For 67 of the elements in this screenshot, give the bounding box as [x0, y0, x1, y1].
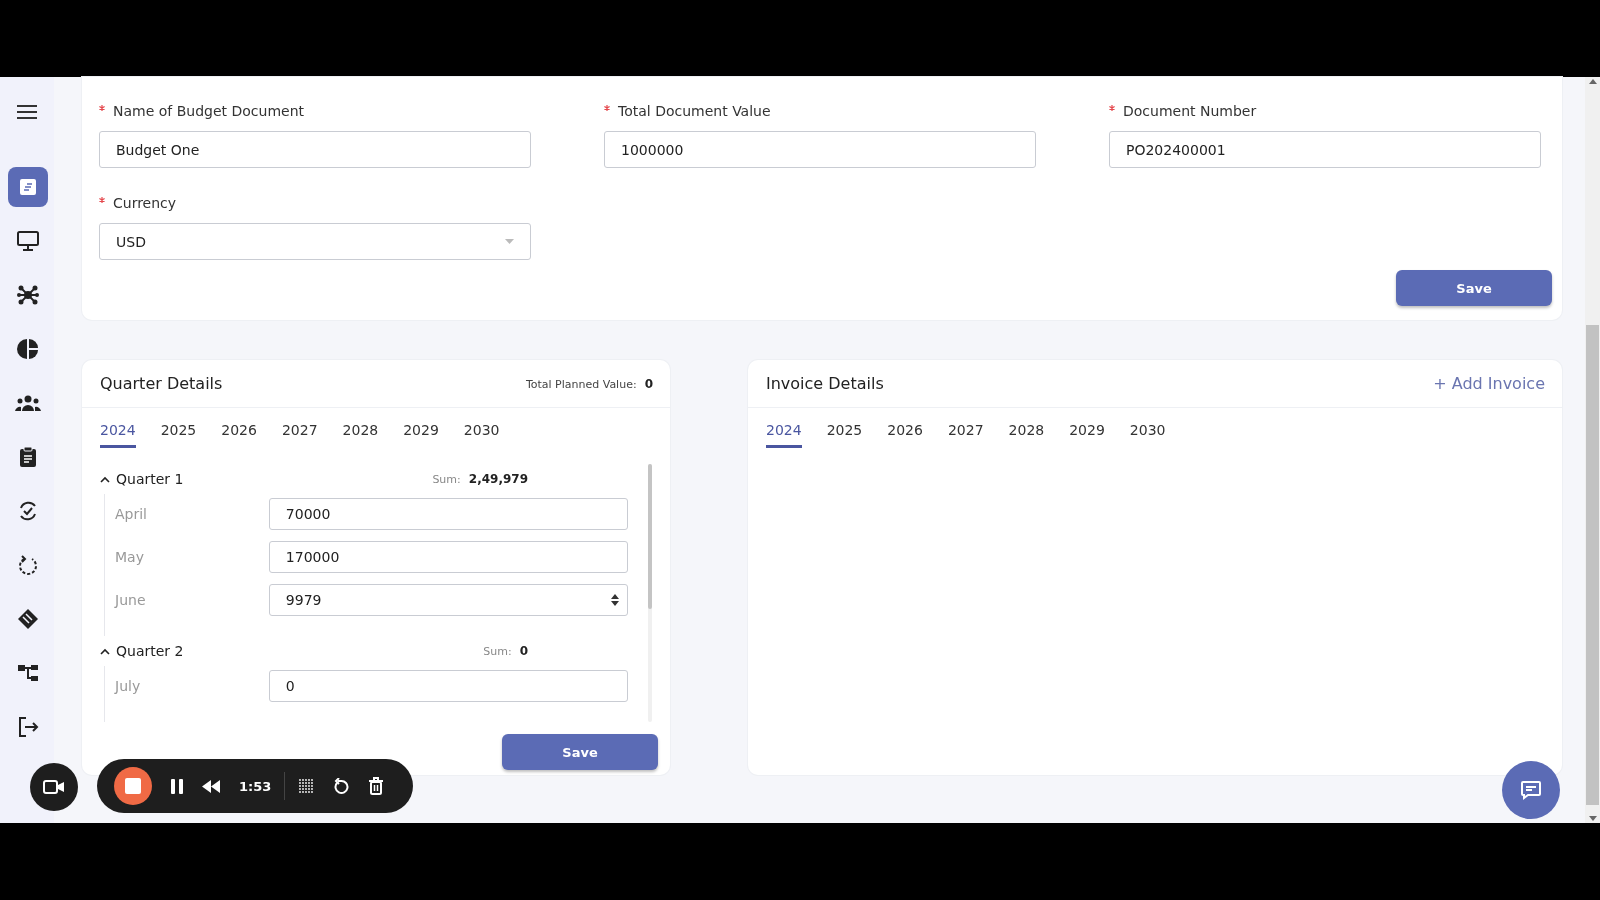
- save-button[interactable]: Save: [502, 734, 658, 770]
- year-tab[interactable]: 2025: [826, 420, 863, 448]
- spinner-icon[interactable]: [611, 594, 619, 606]
- amount-field[interactable]: 170000: [268, 541, 628, 573]
- quarter-toggle[interactable]: Quarter 1: [100, 471, 184, 487]
- field-label: Document Number: [1123, 103, 1257, 119]
- required-icon: [99, 105, 105, 111]
- amount-field[interactable]: 0: [268, 670, 628, 702]
- pause-icon[interactable]: [171, 778, 183, 794]
- field-label: Currency: [113, 195, 177, 211]
- add-invoice-link[interactable]: + Add Invoice: [1433, 374, 1545, 393]
- text-field[interactable]: PO202400001: [1109, 131, 1541, 168]
- camera-button[interactable]: [30, 763, 78, 811]
- undo-icon[interactable]: [333, 777, 350, 795]
- required-icon: [604, 105, 610, 111]
- grid-icon[interactable]: [298, 778, 315, 794]
- text-field[interactable]: Budget One: [99, 131, 531, 168]
- year-tab[interactable]: 2025: [160, 420, 197, 448]
- currency-select[interactable]: USD: [99, 223, 531, 260]
- delete-icon[interactable]: [368, 777, 385, 795]
- sum-value: 2,49,979: [468, 472, 528, 486]
- scrollbar[interactable]: [648, 464, 652, 722]
- quarter-toggle[interactable]: Quarter 2: [100, 643, 184, 659]
- chevron-icon[interactable]: [100, 475, 110, 483]
- year-tab[interactable]: 2028: [342, 420, 379, 448]
- year-tab[interactable]: 2027: [281, 420, 318, 448]
- amount-field[interactable]: 70000: [268, 498, 628, 530]
- year-tab[interactable]: 2029: [1069, 420, 1105, 448]
- year-tab[interactable]: 2024: [766, 420, 802, 448]
- year-tab[interactable]: 2026: [887, 420, 923, 448]
- save-button[interactable]: Save: [1396, 270, 1552, 306]
- year-tab[interactable]: 2030: [463, 420, 500, 448]
- video-camera-icon[interactable]: [43, 779, 65, 795]
- total-value: 0: [644, 376, 653, 391]
- chat-icon[interactable]: [1520, 780, 1542, 800]
- chat-button[interactable]: [1502, 761, 1560, 819]
- chevron-icon[interactable]: [100, 647, 110, 655]
- month-label: July: [115, 678, 142, 694]
- field-label: Total Document Value: [618, 103, 771, 119]
- text-field[interactable]: 1000000: [604, 131, 1036, 168]
- scroll-down-icon[interactable]: [1588, 816, 1597, 821]
- sum-label: Sum:: [483, 645, 512, 658]
- amount-field[interactable]: 9979: [268, 584, 628, 616]
- year-tab[interactable]: 2029: [403, 420, 439, 448]
- year-tab[interactable]: 2027: [947, 420, 984, 448]
- month-label: April: [115, 506, 148, 522]
- required-icon: [99, 197, 105, 203]
- sum-value: 0: [519, 644, 528, 658]
- month-label: June: [115, 592, 147, 608]
- menu-icon[interactable]: [17, 105, 37, 119]
- year-tab[interactable]: 2028: [1008, 420, 1045, 448]
- recording-time: 1:53: [239, 778, 272, 794]
- scrollbar[interactable]: [1585, 77, 1600, 823]
- sum-label: Sum:: [432, 473, 461, 486]
- month-label: May: [115, 549, 145, 565]
- field-label: Name of Budget Document: [113, 103, 305, 119]
- card-title: Quarter Details: [100, 374, 223, 393]
- year-tab[interactable]: 2030: [1129, 420, 1166, 448]
- stop-button[interactable]: [114, 767, 152, 805]
- document-icon[interactable]: [7, 167, 48, 207]
- total-label: Total Planned Value:: [525, 377, 637, 391]
- required-icon: [1109, 105, 1115, 111]
- scroll-up-icon[interactable]: [1588, 79, 1597, 84]
- year-tab[interactable]: 2024: [100, 420, 136, 448]
- year-tab[interactable]: 2026: [221, 420, 257, 448]
- card-title: Invoice Details: [766, 374, 884, 393]
- rewind-icon[interactable]: [202, 779, 220, 793]
